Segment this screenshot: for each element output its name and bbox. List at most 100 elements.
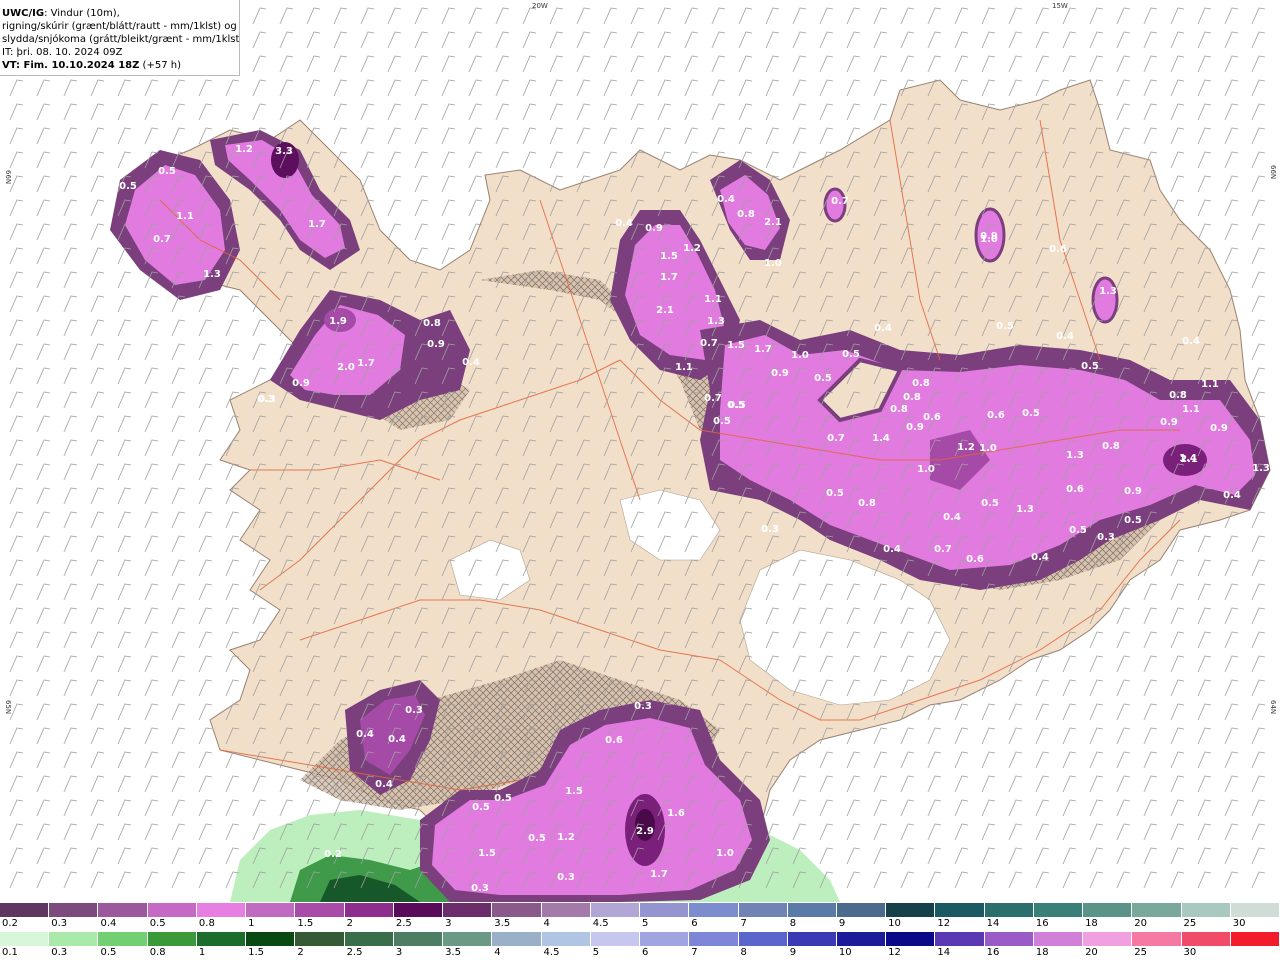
precip-value-label: 1.5	[727, 340, 745, 351]
precip-value-label: 0.3	[634, 701, 652, 712]
precip-value-label: 0.5	[1081, 361, 1099, 372]
legend-snow-label: 8	[789, 918, 797, 929]
legend-snow-label: 4	[543, 918, 550, 929]
precip-value-label: 0.8	[423, 318, 441, 329]
precip-value-label: 1.0	[980, 234, 998, 245]
legend-rain-label: 1.5	[248, 947, 265, 958]
precip-value-label: 1.2	[957, 442, 975, 453]
precip-value-label: 0.3	[405, 705, 423, 716]
legend-snow-label: 4.5	[592, 918, 609, 929]
precip-value-label: 0.5	[1124, 515, 1142, 526]
legend-rain-label: 4	[494, 947, 501, 958]
legend-rain-swatch	[640, 932, 690, 946]
precip-value-label: 0.9	[1124, 486, 1142, 497]
legend-snow-label: 10	[888, 918, 901, 929]
precip-value-label: 1.7	[308, 219, 326, 230]
legend-rain-swatch	[196, 932, 247, 946]
legend-snow-swatch	[1132, 903, 1182, 917]
precip-value-label: 1.1	[176, 211, 194, 222]
precip-value-label: 0.4	[1031, 552, 1049, 563]
precip-value-label: 0.4	[717, 194, 735, 205]
precip-value-label: 0.3	[257, 394, 275, 405]
legend-rain-swatch	[246, 932, 296, 946]
legend-rain-label: 5	[592, 947, 600, 958]
precip-value-label: 0.4	[356, 729, 374, 740]
legend-rain-label: 0.8	[149, 947, 166, 958]
legend-snow-label: 1	[248, 918, 255, 929]
map-viewer: 1.2 3.3 0.5 0.5 1.1 0.7 1.3 1.7 1.9 2.0 1.7 0.9 0.3 0…	[0, 0, 1280, 960]
precip-value-label: 0.4	[883, 544, 901, 555]
precip-value-label: 0.2	[324, 849, 342, 860]
precip-value-label: 1.3	[1016, 504, 1034, 515]
legend-rain-swatch	[295, 932, 345, 946]
precip-value-label: 0.9	[1210, 423, 1228, 434]
legend-snow-label: 14	[986, 918, 1000, 929]
legend-snow-swatch	[492, 903, 542, 917]
legend-rain-swatch	[1132, 932, 1182, 946]
precip-value-label: 0.5	[981, 498, 999, 509]
legend-rain-label: 30	[1183, 947, 1197, 958]
precip-value-label: 1.3	[1066, 450, 1084, 461]
weather-map: 1.2 3.30.50.51.10.71.31.71.92.0 1.70.90.30…	[0, 0, 1280, 902]
precip-value-label: 0.7	[700, 338, 718, 349]
precip-value-label: 0.8	[858, 498, 876, 509]
precip-value-label: 0.4	[1056, 331, 1074, 342]
precip-value-label: 0.4	[943, 512, 961, 523]
precip-value-label: 1.7	[650, 869, 668, 880]
legend-rain-swatch	[98, 932, 148, 946]
precip-value-label: 0.4	[462, 357, 480, 368]
grid-label-66n-right: 66N	[1269, 165, 1277, 179]
legend-snow-label: 9	[838, 918, 846, 929]
legend-snow-label: 25	[1183, 918, 1197, 929]
info-valid-time: VT: Fim. 10.10.2024 18Z	[2, 60, 140, 71]
legend-snow-swatch	[393, 903, 444, 917]
legend-snow-swatch	[295, 903, 345, 917]
legend-rain-swatch	[886, 932, 936, 946]
precip-value-label: 0.7	[934, 544, 952, 555]
precip-value-label: 0.8	[890, 404, 908, 415]
precip-value-label: 0.4	[874, 323, 892, 334]
legend-snow-swatch	[147, 903, 197, 917]
precip-value-label: 2.0	[337, 362, 355, 373]
precip-value-label: 2.1	[764, 217, 782, 228]
precip-value-label: 0.5	[996, 321, 1014, 332]
precip-value-label: 0.3	[471, 883, 489, 894]
precip-value-label: 0.4	[1182, 336, 1200, 347]
legend-rain-swatch	[0, 932, 50, 946]
precip-value-label: 0.6	[1066, 484, 1084, 495]
precip-value-label: 0.3	[761, 524, 779, 535]
legend-snow-swatch	[0, 903, 50, 917]
legend-snow-label: 5	[642, 918, 649, 929]
precip-value-label: 3.3	[275, 146, 293, 157]
legend-snow-label: 0.2	[2, 918, 18, 929]
legend-snow-label: 2	[346, 918, 353, 929]
legend-snow-swatch	[98, 903, 148, 917]
legend-rain-label: 16	[986, 947, 1000, 958]
precip-value-label: 0.6	[605, 735, 623, 746]
precip-value-label: 1.6	[667, 808, 685, 819]
legend-snow-label: 0.5	[149, 918, 166, 929]
grid-label-64n-right: 64N	[1269, 700, 1277, 714]
legend-snow-swatch	[886, 903, 936, 917]
legend-rain-label: 3.5	[445, 947, 461, 958]
legend-snow-swatch	[49, 903, 99, 917]
legend-snow-swatch	[1230, 903, 1280, 917]
legend-snow-label: 18	[1085, 918, 1098, 929]
precip-value-label: 1.4	[872, 433, 890, 444]
legend-rain-label: 0.3	[51, 947, 68, 958]
legend-rain-label: 7	[691, 947, 698, 958]
forecast-info-box: UWC/IG: Vindur (10m), rigning/skúrir (gr…	[0, 0, 240, 76]
precip-value-label: 1.1	[675, 362, 693, 373]
grid-label-66n-left: 66N	[4, 170, 12, 184]
precip-value-label: 0.5	[728, 400, 746, 411]
legend-rain-label: 2.5	[346, 947, 363, 958]
legend-snow-swatch	[246, 903, 296, 917]
precip-value-label: 1.1	[1201, 379, 1219, 390]
legend-rain-swatch	[443, 932, 493, 946]
legend-snow-label: 0.4	[100, 918, 117, 929]
precip-value-label: 0.4	[388, 734, 406, 745]
legend-rain-swatch	[787, 932, 837, 946]
legend-snow-swatch	[443, 903, 493, 917]
precip-value-label: 1.3	[203, 269, 221, 280]
legend-snow-label: 0.3	[51, 918, 68, 929]
